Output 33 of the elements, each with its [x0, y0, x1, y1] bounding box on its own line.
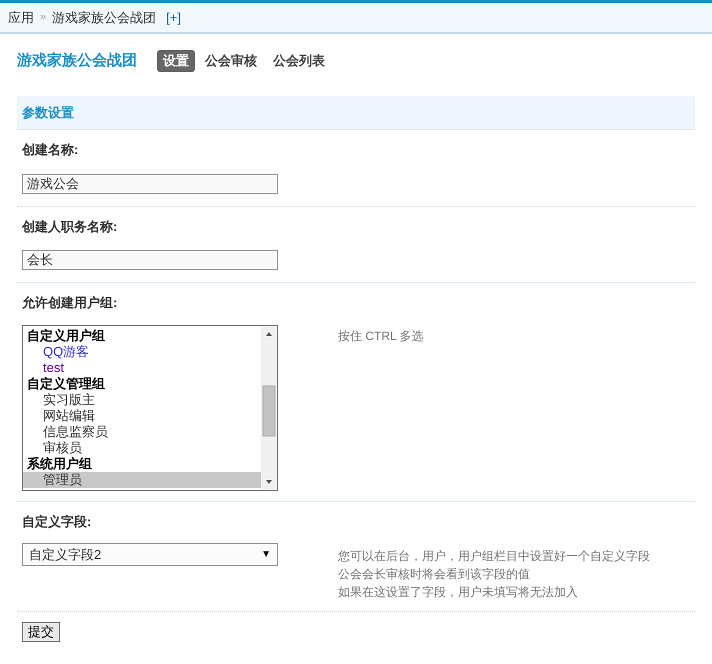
page-title: 游戏家族公会战团	[17, 50, 137, 71]
section-header: 参数设置	[17, 96, 695, 130]
listbox-group-label: 自定义用户组	[26, 328, 106, 344]
text-input[interactable]: 会长	[22, 250, 278, 270]
hint-text: 如果在这设置了字段，用户未填写将无法加入	[338, 584, 579, 601]
nav-tab[interactable]: 公会列表	[267, 50, 331, 72]
field-label: 创建人职务名称:	[22, 218, 118, 236]
listbox-option[interactable]: test	[23, 360, 261, 376]
field-label: 允许创建用户组:	[22, 294, 118, 312]
listbox-option[interactable]: 信息监察员	[23, 424, 261, 440]
breadcrumb-current: 游戏家族公会战团	[52, 8, 156, 27]
listbox-option[interactable]: 管理员	[23, 472, 261, 488]
scrollbar-drawing[interactable]	[261, 326, 277, 490]
listbox-option[interactable]: 审核员	[23, 440, 261, 456]
field-label: 创建名称:	[22, 141, 78, 159]
listbox-option[interactable]: QQ游客	[23, 344, 261, 360]
nav-tab[interactable]: 公会审核	[199, 50, 263, 72]
group-listbox[interactable]: 自定义用户组 QQ游客 test 自定义管理组 实习版主 网站编辑 信息监察员 审核员 系统用户组 管理员	[22, 324, 278, 490]
field-label: 自定义字段:	[22, 512, 92, 530]
listbox-group-label: 自定义管理组	[26, 376, 106, 392]
breadcrumb-link[interactable]: 应用	[8, 8, 34, 28]
breadcrumb-separator: »	[40, 10, 46, 26]
listbox-option[interactable]: 网站编辑	[23, 408, 261, 424]
text-input[interactable]: 游戏公会	[22, 174, 278, 194]
hint-text: 公会会长审核时将会看到该字段的值	[338, 566, 531, 583]
hint-text: 您可以在后台，用户，用户组栏目中设置好一个自定义字段	[338, 548, 650, 565]
nav-tab[interactable]: 设置	[157, 50, 195, 72]
listbox-group-label: 系统用户组	[26, 456, 93, 472]
submit-button[interactable]: 提交	[22, 622, 60, 642]
add-link[interactable]: [+]	[166, 8, 181, 28]
hint-text: 按住 CTRL 多选	[338, 328, 424, 344]
custom-field-dropdown[interactable]: 自定义字段2 ▼	[22, 543, 278, 566]
listbox-option[interactable]: 实习版主	[23, 392, 261, 408]
